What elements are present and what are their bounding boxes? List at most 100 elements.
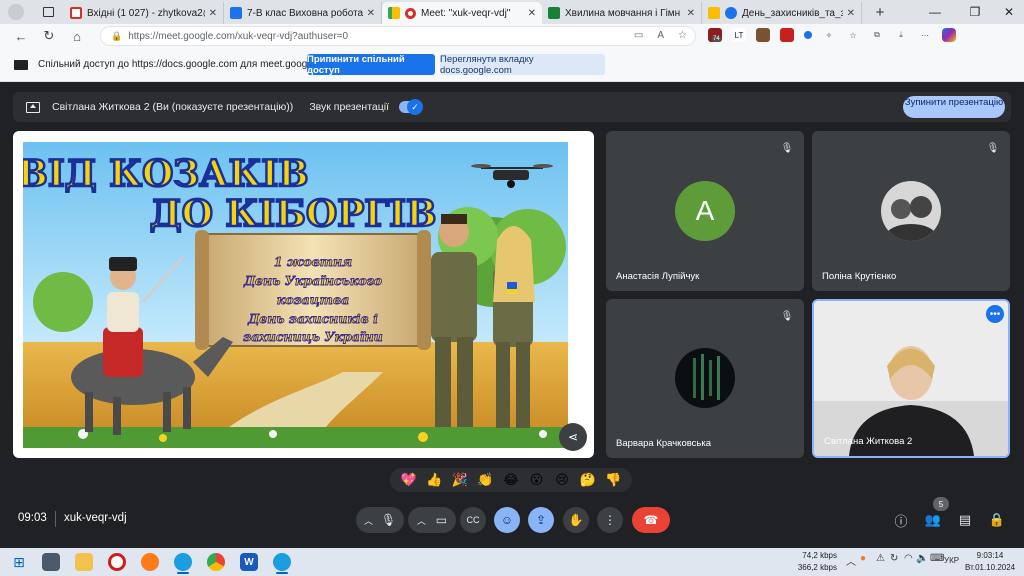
extension-icon[interactable] bbox=[756, 28, 770, 42]
mic-off-icon: 🎙 bbox=[780, 142, 794, 154]
home-icon[interactable]: ⌂ bbox=[66, 25, 88, 47]
emoji-button[interactable]: ☺ bbox=[494, 507, 520, 533]
download-icon[interactable]: ⤓ bbox=[894, 28, 908, 42]
stop-presenting-button[interactable]: Зупинити презентацію bbox=[903, 96, 1005, 118]
system-clock[interactable]: 9:03:14 Вт.01.10.2024 bbox=[965, 550, 1015, 574]
extension-badge: 74 bbox=[712, 36, 721, 42]
copilot-icon[interactable] bbox=[942, 28, 956, 42]
slide-title-line1: ВІД КОЗАКІВ bbox=[23, 153, 309, 195]
presentation-bar: Світлана Житкова 2 (Ви (показуєте презен… bbox=[13, 92, 1011, 122]
tab-video[interactable]: Хвилина мовчання і Гімн Украї ✕ bbox=[542, 2, 702, 24]
more-options-icon[interactable]: ••• bbox=[986, 305, 1004, 323]
file-explorer-icon[interactable] bbox=[75, 553, 93, 571]
language-indicator[interactable]: УКР bbox=[944, 556, 959, 565]
people-icon[interactable]: 👥 bbox=[923, 510, 943, 530]
extension-icon[interactable] bbox=[804, 31, 812, 39]
menu-icon[interactable]: ⋯ bbox=[918, 28, 932, 42]
favorite-star-icon[interactable]: ☆ bbox=[678, 30, 687, 41]
tab-slides[interactable]: День_захисників_та_захисн ✕ bbox=[702, 2, 862, 24]
extensions-puzzle-icon[interactable]: ✧ bbox=[822, 28, 836, 42]
microphone-button[interactable]: ︿ 🎙 bbox=[356, 507, 404, 533]
camera-button[interactable]: ︿ ▭ bbox=[408, 507, 456, 533]
windows-taskbar: ⊞ W bbox=[0, 548, 1024, 576]
chrome-icon[interactable] bbox=[207, 553, 225, 571]
chat-icon[interactable]: ▤ bbox=[955, 510, 975, 530]
participant-tile[interactable]: 🎙 Варвара Крачковська bbox=[606, 299, 804, 458]
avatar bbox=[675, 348, 735, 408]
leave-call-button[interactable]: ☎ bbox=[632, 507, 670, 533]
more-options-button[interactable]: ⋮ bbox=[597, 507, 623, 533]
meeting-info-icon[interactable]: ⓘ bbox=[891, 510, 911, 530]
tab-meet[interactable]: Meet: "xuk-veqr-vdj" ✕ bbox=[382, 2, 542, 24]
close-icon[interactable]: ✕ bbox=[528, 8, 536, 19]
back-icon[interactable]: ← bbox=[10, 25, 32, 47]
chevron-up-icon[interactable]: ︿ bbox=[364, 514, 373, 527]
reaction-thinking[interactable]: 🤔 bbox=[577, 472, 599, 488]
close-icon[interactable]: ✕ bbox=[687, 8, 695, 19]
reaction-heart[interactable]: 💖 bbox=[398, 472, 420, 488]
edge-icon[interactable] bbox=[174, 553, 192, 571]
sync-icon[interactable]: ↻ bbox=[890, 553, 898, 564]
weather-icon[interactable]: ● bbox=[860, 553, 866, 564]
switch-tab-button[interactable]: Переглянути вкладку docs.google.com bbox=[440, 54, 605, 76]
new-tab-button[interactable]: + bbox=[870, 2, 890, 22]
extension-icon[interactable] bbox=[780, 28, 794, 42]
keyboard-icon[interactable]: ⌨ bbox=[930, 553, 944, 564]
raise-hand-button[interactable]: ✋ bbox=[563, 507, 589, 533]
collections-icon[interactable]: ⧉ bbox=[870, 28, 884, 42]
active-app-indicator bbox=[276, 572, 288, 574]
wifi-icon[interactable]: ◠ bbox=[904, 553, 913, 564]
tab-docs[interactable]: 7-В клас Виховна робота Житко ✕ bbox=[224, 2, 382, 24]
stop-sharing-button[interactable]: Припинити спільний доступ bbox=[307, 54, 435, 76]
volume-icon[interactable]: 🔈 bbox=[916, 553, 928, 564]
participant-count-badge: 5 bbox=[933, 497, 949, 511]
word-icon[interactable]: W bbox=[240, 553, 258, 571]
close-icon[interactable]: ✕ bbox=[209, 8, 217, 19]
favorites-icon[interactable]: ☆ bbox=[846, 28, 860, 42]
participant-tile[interactable]: 🎙 Поліна Крутієнко bbox=[812, 131, 1010, 291]
reaction-surprised[interactable]: 😮 bbox=[526, 472, 548, 488]
address-bar[interactable]: 🔒 https://meet.google.com/xuk-veqr-vdj?a… bbox=[100, 26, 696, 46]
share-icon[interactable]: ⋖ bbox=[559, 423, 587, 451]
warning-icon[interactable]: ⚠ bbox=[876, 553, 885, 564]
start-windows-icon[interactable]: ⊞ bbox=[10, 553, 28, 571]
maximize-button[interactable]: ❐ bbox=[958, 0, 992, 24]
reaction-sad[interactable]: 😢 bbox=[551, 472, 573, 488]
meet-icon bbox=[388, 7, 400, 19]
app-icon[interactable] bbox=[273, 553, 291, 571]
reaction-thumbs-down[interactable]: 👎 bbox=[602, 472, 624, 488]
presentation-audio-toggle[interactable]: ✓ bbox=[399, 99, 424, 115]
opera-icon[interactable] bbox=[108, 553, 126, 571]
reload-icon[interactable]: ↻ bbox=[38, 25, 60, 47]
clock-time: 9:03:14 bbox=[976, 551, 1004, 560]
close-icon[interactable]: ✕ bbox=[367, 8, 375, 19]
avatar-photo bbox=[886, 196, 936, 241]
chevron-up-icon[interactable]: ︿ bbox=[846, 553, 856, 568]
calculator-icon[interactable] bbox=[42, 553, 60, 571]
firefox-icon[interactable] bbox=[141, 553, 159, 571]
chevron-up-icon[interactable]: ︿ bbox=[417, 514, 426, 527]
reaction-thumbs-up[interactable]: 👍 bbox=[423, 472, 445, 488]
reaction-laugh[interactable]: 😂 bbox=[500, 472, 522, 488]
reaction-party[interactable]: 🎉 bbox=[449, 472, 471, 488]
extension-icon[interactable]: 74 bbox=[708, 28, 722, 42]
call-end-icon: ☎ bbox=[643, 513, 659, 527]
minimize-button[interactable]: — bbox=[918, 0, 952, 24]
close-icon[interactable]: ✕ bbox=[847, 8, 855, 19]
read-aloud-icon[interactable]: A bbox=[657, 30, 664, 41]
tab-gmail[interactable]: Вхідні (1 027) - zhytkova2@zosh ✕ bbox=[64, 2, 224, 24]
present-icon: ⇪ bbox=[535, 513, 547, 527]
close-window-button[interactable]: ✕ bbox=[992, 0, 1024, 24]
participant-tile-active[interactable]: ••• Світлана Житкова 2 bbox=[812, 299, 1010, 458]
workspaces-icon[interactable] bbox=[38, 2, 58, 22]
profile-icon[interactable] bbox=[8, 4, 24, 20]
site-info-icon[interactable]: 🔒 bbox=[111, 31, 122, 42]
present-button[interactable]: ⇪ bbox=[528, 507, 554, 533]
participant-tile[interactable]: 🎙 А Анастасія Лупійчук bbox=[606, 131, 804, 291]
captions-button[interactable]: CC bbox=[460, 507, 486, 533]
camera-icon[interactable]: ▭ bbox=[634, 30, 643, 41]
host-controls-icon[interactable]: 🔒 bbox=[987, 510, 1007, 530]
extension-icon[interactable]: LT bbox=[732, 28, 746, 42]
scroll-line: День захисників і bbox=[247, 311, 378, 326]
reaction-clap[interactable]: 👏 bbox=[474, 472, 496, 488]
